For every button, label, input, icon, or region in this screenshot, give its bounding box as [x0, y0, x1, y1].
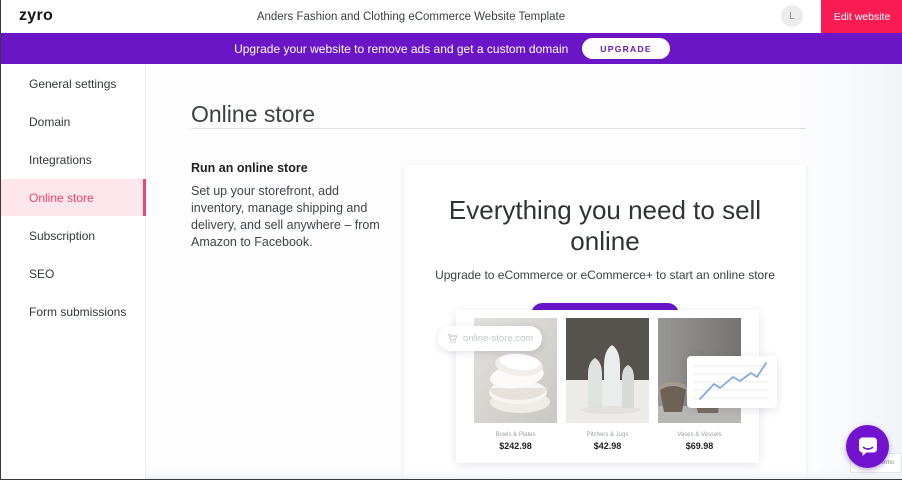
sidebar-item-integrations[interactable]: Integrations [1, 141, 145, 178]
product-name: Bowls & Plates [474, 432, 557, 438]
sidebar-item-subscription[interactable]: Subscription [1, 217, 145, 254]
sidebar-item-domain[interactable]: Domain [1, 103, 145, 140]
page-title: Online store [191, 101, 315, 128]
main-content: Online store Run an online store Set up … [146, 64, 902, 480]
project-title: Anders Fashion and Clothing eCommerce We… [1, 0, 821, 33]
app-window: zyro Anders Fashion and Clothing eCommer… [0, 0, 902, 480]
upgrade-card-subheading: Upgrade to eCommerce or eCommerce+ to st… [414, 268, 796, 282]
product-price: $42.98 [566, 441, 649, 451]
product-price: $69.98 [658, 441, 741, 451]
intro-text: Run an online store Set up your storefro… [191, 161, 381, 251]
topbar: zyro Anders Fashion and Clothing eCommer… [1, 0, 902, 33]
product-card: Pitchers & Jugs $42.98 [566, 318, 649, 451]
title-divider [191, 128, 806, 129]
cart-icon [447, 333, 458, 344]
sidebar-item-form-submissions[interactable]: Form submissions [1, 293, 145, 330]
settings-sidebar: General settings Domain Integrations Onl… [1, 64, 146, 480]
upgrade-button[interactable]: UPGRADE [582, 38, 670, 59]
sparkline-chart-icon [687, 356, 777, 408]
intro-body: Set up your storefront, add inventory, m… [191, 183, 381, 251]
sales-sparkline-card [687, 356, 777, 408]
product-photo-pitchers [566, 318, 649, 423]
product-price: $242.98 [474, 441, 557, 451]
store-url-chip: online-store.com [438, 326, 542, 351]
product-name: Vases & Vessels [658, 432, 741, 438]
avatar[interactable]: L [781, 5, 803, 27]
product-name: Pitchers & Jugs [566, 432, 649, 438]
upgrade-banner: Upgrade your website to remove ads and g… [1, 33, 902, 64]
upgrade-card-heading: Everything you need to sell online [414, 195, 796, 257]
upgrade-card: Everything you need to sell online Upgra… [404, 165, 806, 480]
edit-website-button[interactable]: Edit website [821, 0, 902, 33]
chat-bubble-icon [857, 436, 879, 457]
sidebar-item-general-settings[interactable]: General settings [1, 65, 145, 102]
upgrade-banner-text: Upgrade your website to remove ads and g… [234, 42, 568, 56]
store-url-text: online-store.com [463, 333, 533, 344]
sidebar-item-seo[interactable]: SEO [1, 255, 145, 292]
intro-heading: Run an online store [191, 161, 381, 175]
sidebar-item-online-store[interactable]: Online store [1, 179, 146, 216]
chat-widget-button[interactable] [846, 425, 889, 468]
